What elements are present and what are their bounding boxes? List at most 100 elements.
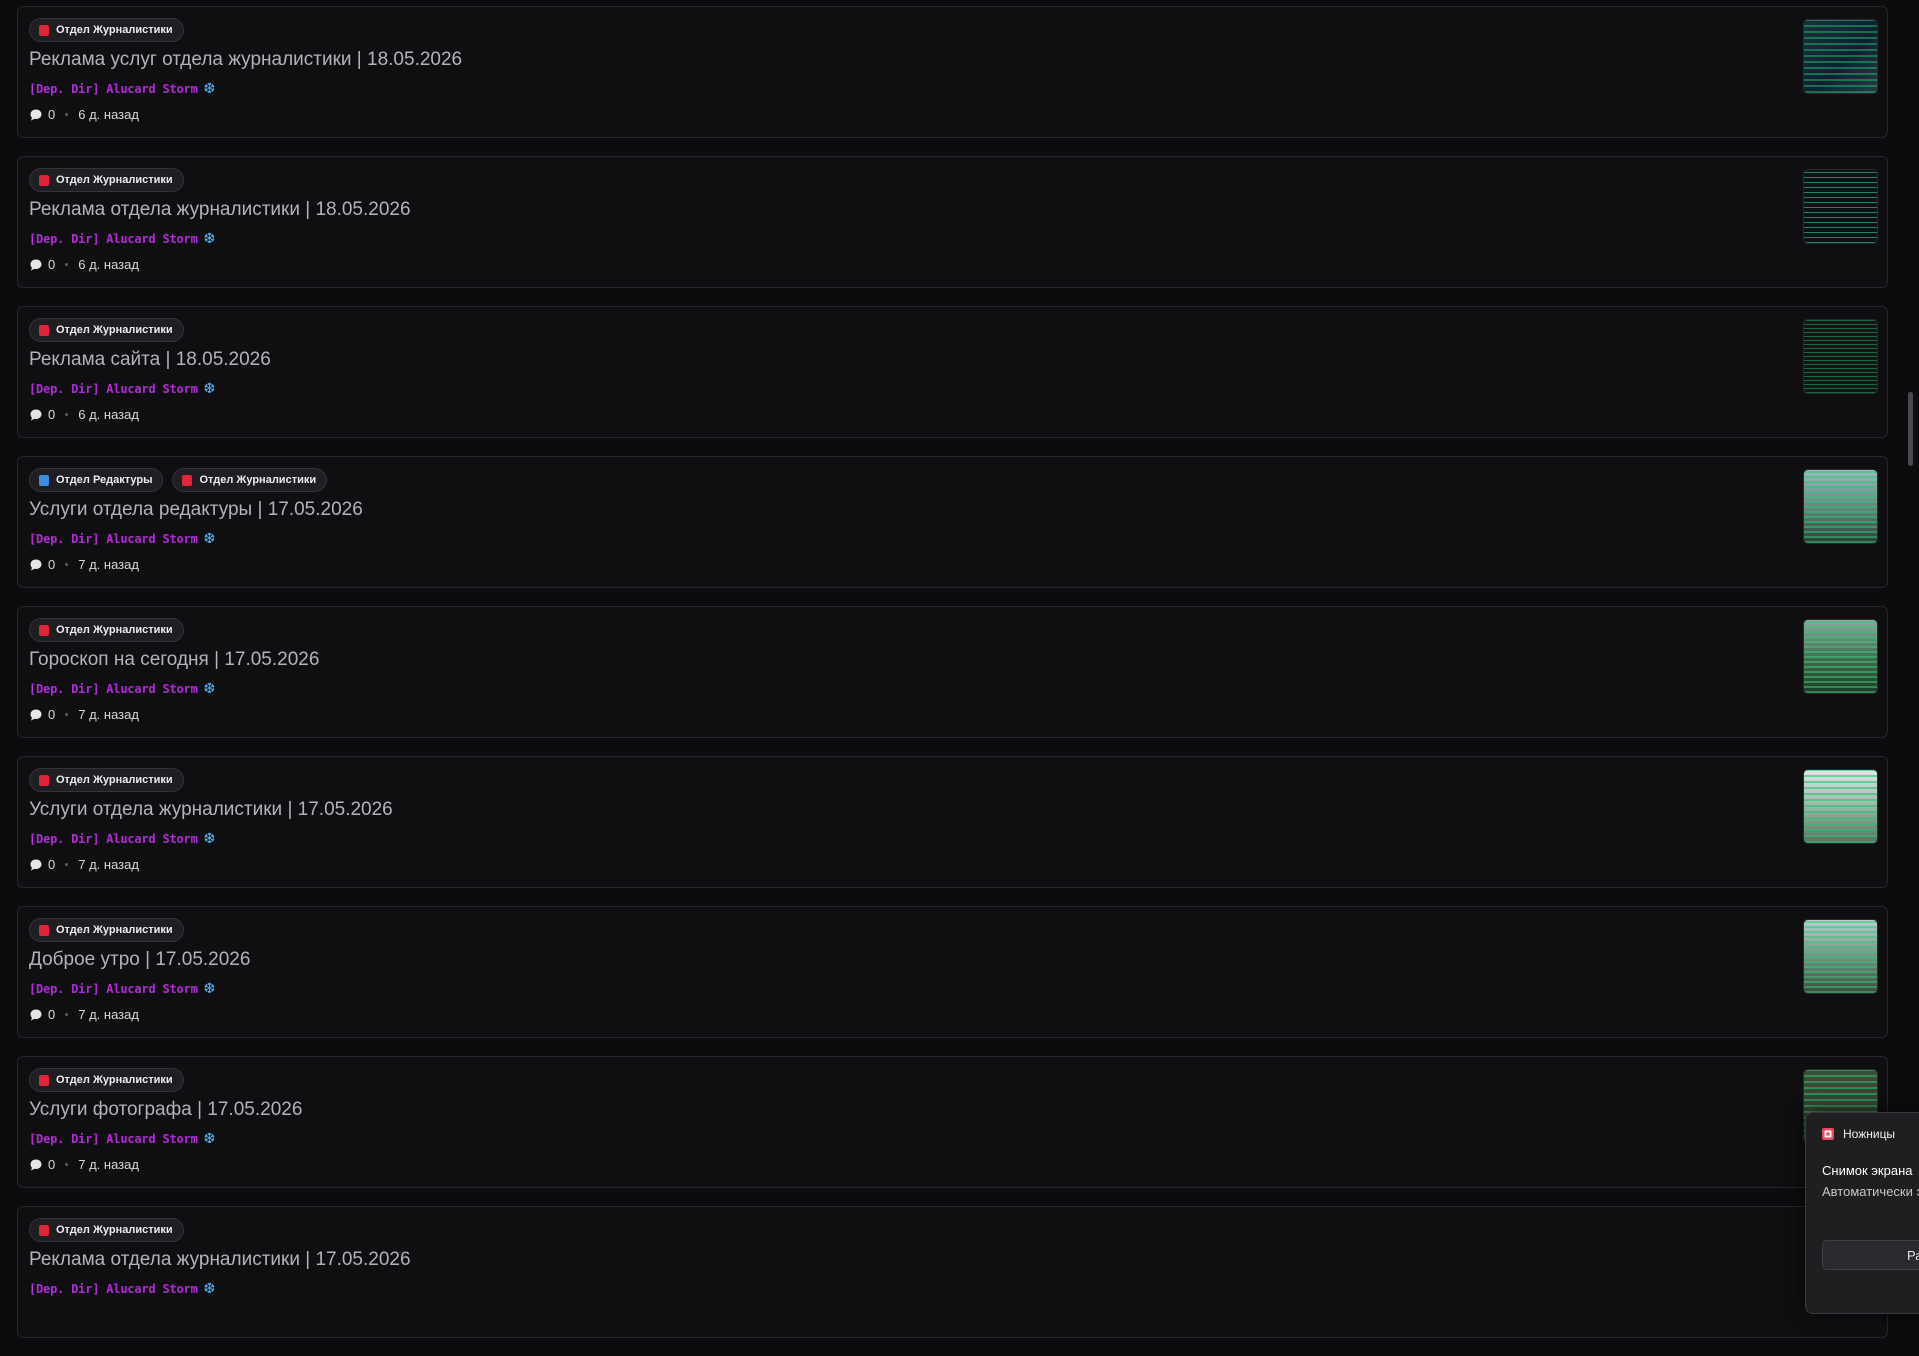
comment-icon [30,1159,42,1171]
category-tag[interactable]: Отдел Журналистики [29,168,184,192]
category-tag[interactable]: Отдел Журналистики [29,618,184,642]
post-author[interactable]: [Dep. Dir] Alucard Storm ❆ [29,381,215,397]
author-name[interactable]: [Dep. Dir] Alucard Storm [29,1282,198,1296]
category-tag[interactable]: Отдел Журналистики [29,768,184,792]
comment-icon [30,409,42,421]
category-color-icon [39,924,49,936]
post-time: 7 д. назад [78,557,139,572]
post-meta: 0 7 д. назад [29,857,139,872]
post-feed: Отдел Журналистики Реклама услуг отдела ж… [17,6,1888,1356]
separator-dot [65,113,69,116]
author-name[interactable]: [Dep. Dir] Alucard Storm [29,682,198,696]
post-card[interactable]: Отдел Журналистики Доброе утро | 17.05.20… [17,906,1888,1038]
post-tags: Отдел Журналистики [29,168,184,192]
post-thumbnail[interactable] [1803,169,1878,244]
post-time: 6 д. назад [78,107,139,122]
author-name[interactable]: [Dep. Dir] Alucard Storm [29,982,198,996]
comment-count[interactable]: 0 [48,1157,55,1172]
post-meta: 0 7 д. назад [29,707,139,722]
comment-count[interactable]: 0 [48,707,55,722]
comment-icon [30,259,42,271]
post-author[interactable]: [Dep. Dir] Alucard Storm ❆ [29,231,215,247]
category-tag[interactable]: Отдел Журналистики [29,318,184,342]
post-thumbnail[interactable] [1803,469,1878,544]
post-title[interactable]: Услуги фотографа | 17.05.2026 [29,1099,302,1121]
post-title[interactable]: Реклама отдела журналистики | 18.05.2026 [29,199,411,221]
post-title[interactable]: Доброе утро | 17.05.2026 [29,949,250,971]
post-author[interactable]: [Dep. Dir] Alucard Storm ❆ [29,531,215,547]
post-tags: Отдел Журналистики [29,1068,184,1092]
post-thumbnail[interactable] [1803,619,1878,694]
post-card[interactable]: Отдел Журналистики Реклама отдела журнали… [17,1206,1888,1338]
comment-count[interactable]: 0 [48,557,55,572]
comment-count[interactable]: 0 [48,107,55,122]
post-thumbnail[interactable] [1803,919,1878,994]
author-name[interactable]: [Dep. Dir] Alucard Storm [29,832,198,846]
snipping-tool-icon [1822,1128,1834,1140]
category-tag[interactable]: Отдел Журналистики [29,1218,184,1242]
post-tags: Отдел Журналистики [29,1218,184,1242]
post-card[interactable]: Отдел Журналистики Реклама услуг отдела ж… [17,6,1888,138]
snowflake-icon: ❆ [203,531,216,547]
category-tag[interactable]: Отдел Редактуры [29,468,164,492]
separator-dot [65,713,69,716]
post-title[interactable]: Реклама услуг отдела журналистики | 18.0… [29,49,462,71]
author-name[interactable]: [Dep. Dir] Alucard Storm [29,382,198,396]
post-tags: Отдел Журналистики [29,918,184,942]
author-name[interactable]: [Dep. Dir] Alucard Storm [29,82,198,96]
toast-title: Снимок экрана [1822,1163,1913,1178]
category-tag[interactable]: Отдел Журналистики [29,1068,184,1092]
post-card[interactable]: Отдел Журналистики Реклама отдела журнали… [17,156,1888,288]
post-title[interactable]: Услуги отдела редактуры | 17.05.2026 [29,499,363,521]
post-author[interactable]: [Dep. Dir] Alucard Storm ❆ [29,681,215,697]
post-author[interactable]: [Dep. Dir] Alucard Storm ❆ [29,981,215,997]
post-thumbnail[interactable] [1803,769,1878,844]
comment-count[interactable]: 0 [48,1007,55,1022]
post-title[interactable]: Реклама отдела журналистики | 17.05.2026 [29,1249,411,1271]
post-title[interactable]: Реклама сайта | 18.05.2026 [29,349,271,371]
comment-count[interactable]: 0 [48,857,55,872]
comment-icon [30,109,42,121]
snipping-notification[interactable]: Ножницы Снимок экрана Автоматически экра… [1805,1112,1919,1314]
post-author[interactable]: [Dep. Dir] Alucard Storm ❆ [29,831,215,847]
category-color-icon [39,174,49,186]
post-title[interactable]: Услуги отдела журналистики | 17.05.2026 [29,799,393,821]
post-card[interactable]: Отдел Журналистики Реклама сайта | 18.05.… [17,306,1888,438]
category-tag[interactable]: Отдел Журналистики [29,918,184,942]
post-card[interactable]: Отдел Журналистики Гороскоп на сегодня | … [17,606,1888,738]
category-tag[interactable]: Отдел Журналистики [172,468,328,492]
category-color-icon [39,324,49,336]
author-name[interactable]: [Dep. Dir] Alucard Storm [29,1132,198,1146]
post-title[interactable]: Гороскоп на сегодня | 17.05.2026 [29,649,319,671]
toast-header: Ножницы [1821,1127,1895,1141]
comment-icon [30,1009,42,1021]
post-meta: 0 7 д. назад [29,1007,139,1022]
category-tag-label: Отдел Журналистики [56,324,173,336]
scrollbar-thumb[interactable] [1908,392,1913,466]
category-color-icon [39,624,49,636]
post-meta: 0 6 д. назад [29,407,139,422]
separator-dot [65,1013,69,1016]
comment-count[interactable]: 0 [48,257,55,272]
post-card[interactable]: Отдел Журналистики Услуги фотографа | 17.… [17,1056,1888,1188]
author-name[interactable]: [Dep. Dir] Alucard Storm [29,232,198,246]
snowflake-icon: ❆ [203,681,216,697]
category-tag[interactable]: Отдел Журналистики [29,18,184,42]
comment-icon [30,859,42,871]
author-name[interactable]: [Dep. Dir] Alucard Storm [29,532,198,546]
post-thumbnail[interactable] [1803,319,1878,394]
post-tags: Отдел Редактуры Отдел Журналистики [29,468,328,492]
post-time: 6 д. назад [78,257,139,272]
post-author[interactable]: [Dep. Dir] Alucard Storm ❆ [29,81,215,97]
post-thumbnail[interactable] [1803,19,1878,94]
category-tag-label: Отдел Журналистики [56,174,173,186]
post-card[interactable]: Отдел Журналистики Услуги отдела журналис… [17,756,1888,888]
separator-dot [65,413,69,416]
post-card[interactable]: Отдел Редактуры Отдел Журналистики Услуги … [17,456,1888,588]
category-color-icon [39,1224,49,1236]
toast-action-button[interactable]: Ра [1822,1240,1919,1270]
post-author[interactable]: [Dep. Dir] Alucard Storm ❆ [29,1131,215,1147]
comment-count[interactable]: 0 [48,407,55,422]
snowflake-icon: ❆ [203,81,216,97]
post-time: 7 д. назад [78,707,139,722]
